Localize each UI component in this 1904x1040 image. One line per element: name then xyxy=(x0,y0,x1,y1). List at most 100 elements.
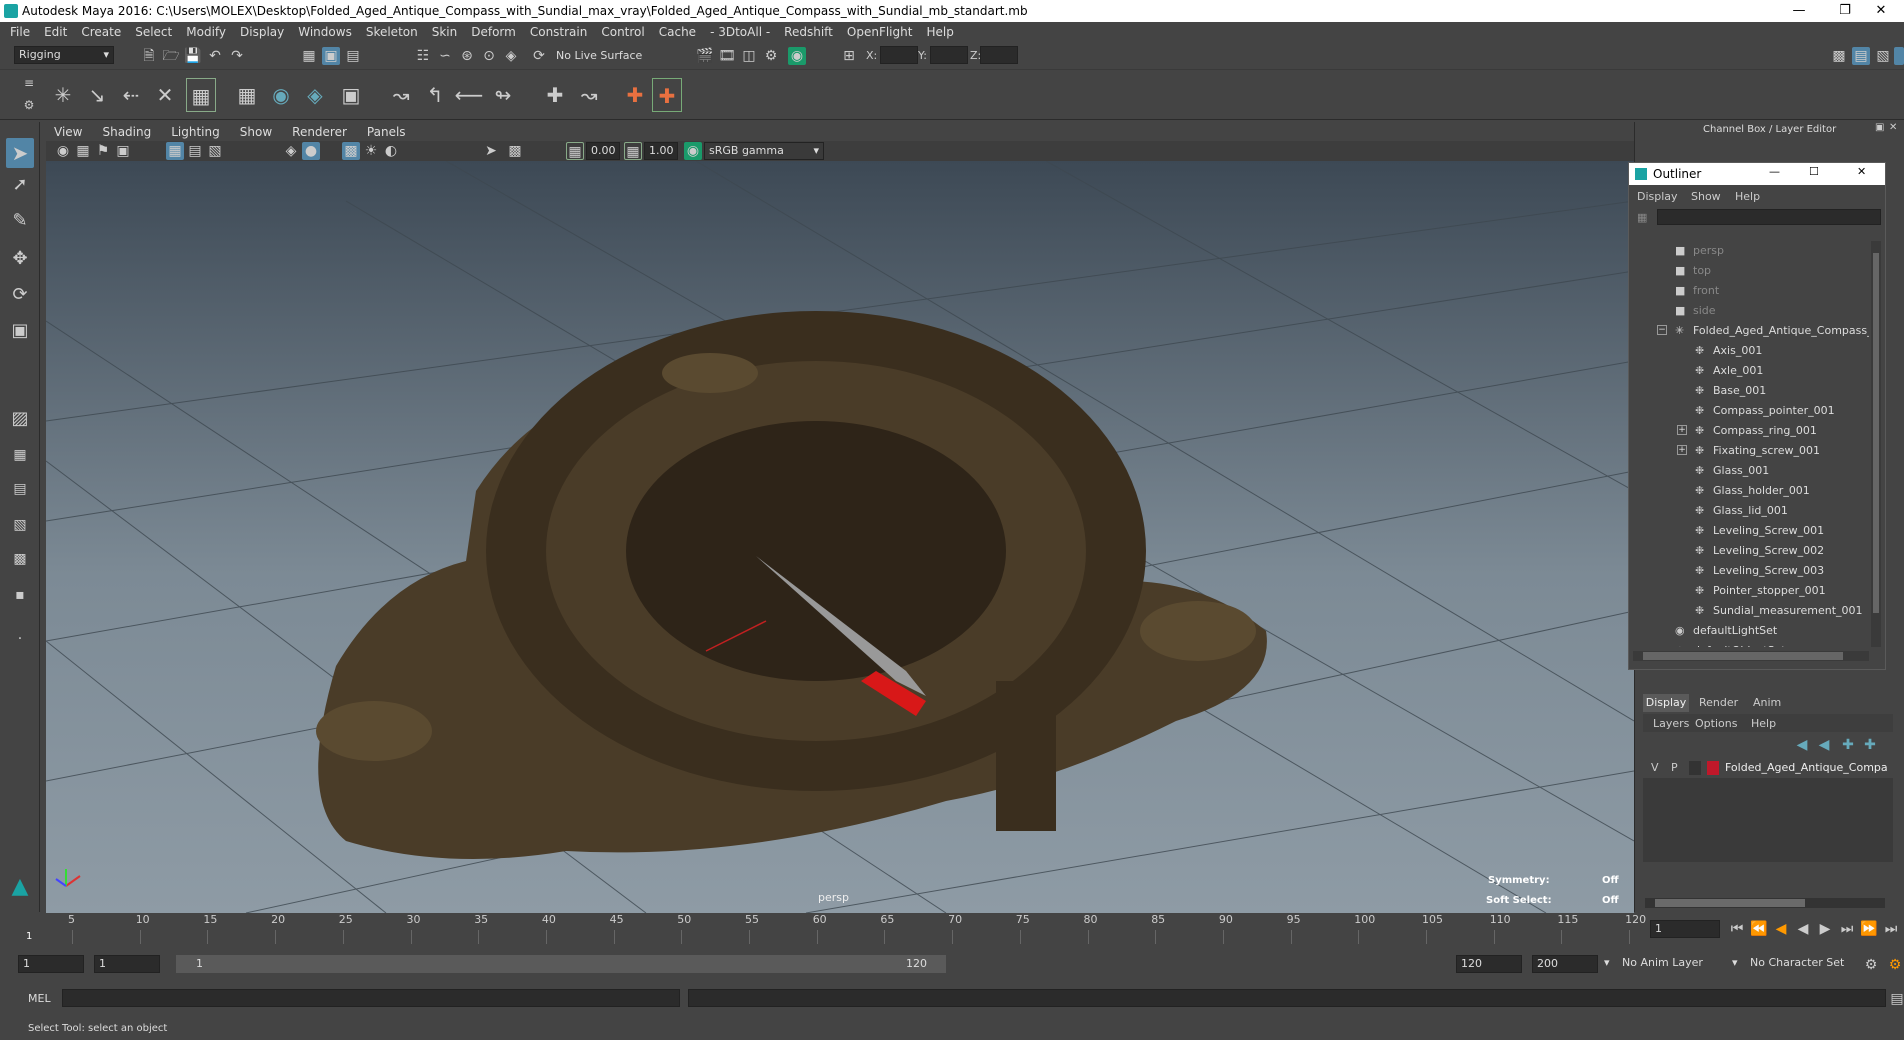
start-time-field[interactable]: 1 xyxy=(18,955,84,973)
playback-end-field[interactable]: 120 xyxy=(1456,955,1522,973)
menu-display[interactable]: Display xyxy=(240,25,284,39)
bind-skin-icon[interactable]: ↝ xyxy=(386,78,416,112)
hypershade-view-icon[interactable]: ▪ xyxy=(8,586,32,610)
shelf-menu-icon[interactable]: ≡ xyxy=(20,74,38,92)
open-scene-icon[interactable]: 🗁 xyxy=(162,47,180,65)
layer-reference-toggle[interactable] xyxy=(1689,761,1701,775)
outliner-view-icon[interactable]: ▧ xyxy=(8,516,32,540)
outliner-item[interactable]: + ❉ Compass_ring_001 xyxy=(1629,421,1869,441)
aim-constraint-icon[interactable]: ↝ xyxy=(574,78,604,112)
exposure-icon[interactable]: ▦ xyxy=(566,142,584,160)
outliner-item[interactable]: ◉ defaultObjectSet xyxy=(1629,641,1869,647)
transform-mode-icon[interactable]: ⊞ xyxy=(840,47,858,65)
outliner-close-icon[interactable]: ✕ xyxy=(1857,165,1866,178)
make-live-icon[interactable]: ⟳ xyxy=(530,47,548,65)
expand-toggle-icon[interactable]: + xyxy=(1677,425,1687,435)
undo-icon[interactable]: ↶ xyxy=(206,47,224,65)
snap-view-icon[interactable]: ⊙ xyxy=(480,47,498,65)
outliner-maximize-icon[interactable]: ☐ xyxy=(1809,165,1819,178)
outliner-item[interactable]: ❉ Sundial_measurement_001 xyxy=(1629,601,1869,621)
go-to-end-icon[interactable]: ⏭ xyxy=(1882,920,1900,938)
menu-constrain[interactable]: Constrain xyxy=(530,25,588,39)
lights-icon[interactable]: ☀ xyxy=(362,142,380,160)
outliner-hscroll-thumb[interactable] xyxy=(1643,652,1843,660)
character-set-dropdown[interactable]: ▾ No Character Set xyxy=(1732,955,1858,973)
menu-control[interactable]: Control xyxy=(601,25,644,39)
new-layer-icon[interactable]: ✚ xyxy=(1839,736,1857,754)
isolate-select-icon[interactable]: ➤ xyxy=(482,142,500,160)
viewport-menu-renderer[interactable]: Renderer xyxy=(292,125,347,139)
outliner-hscrollbar[interactable] xyxy=(1633,651,1869,661)
layer-scrollbar[interactable] xyxy=(1645,898,1885,908)
two-view-icon[interactable]: ▤ xyxy=(8,480,32,504)
outliner-item[interactable]: ❉ Axle_001 xyxy=(1629,361,1869,381)
ik-spline-icon[interactable]: ⇠ xyxy=(116,78,146,112)
expand-toggle-icon[interactable]: + xyxy=(1677,445,1687,455)
snap-grid-icon[interactable]: ☷ xyxy=(414,47,432,65)
outliner-item[interactable]: ❉ Compass_pointer_001 xyxy=(1629,401,1869,421)
menu-cache[interactable]: Cache xyxy=(659,25,696,39)
lattice-icon[interactable]: ▦ xyxy=(232,78,262,112)
auto-key-icon[interactable]: ⚙ xyxy=(1862,956,1880,974)
current-frame-field[interactable]: 1 xyxy=(1650,920,1720,938)
grid-toggle-icon[interactable]: ▦ xyxy=(166,142,184,160)
outliner-item[interactable]: − ✳ Folded_Aged_Antique_Compass_w xyxy=(1629,321,1869,341)
snap-point-icon[interactable]: ⊛ xyxy=(458,47,476,65)
outliner-search-input[interactable] xyxy=(1657,209,1881,225)
z-field[interactable] xyxy=(980,46,1018,64)
mel-input[interactable] xyxy=(62,989,680,1007)
outliner-item[interactable]: ❉ Leveling_Screw_002 xyxy=(1629,541,1869,561)
mel-label[interactable]: MEL xyxy=(28,992,51,1005)
mirror-weights-icon[interactable]: ↬ xyxy=(488,78,518,112)
viewport-menu-lighting[interactable]: Lighting xyxy=(171,125,220,139)
outliner-help-menu[interactable]: Help xyxy=(1735,190,1760,203)
select-component-icon[interactable]: ▤ xyxy=(344,47,362,65)
menu-skin[interactable]: Skin xyxy=(432,25,458,39)
outliner-item[interactable]: ❉ Pointer_stopper_001 xyxy=(1629,581,1869,601)
outliner-display-menu[interactable]: Display xyxy=(1637,190,1678,203)
tab-render[interactable]: Render xyxy=(1699,694,1738,712)
script-editor-icon[interactable]: ▤ xyxy=(1888,990,1904,1008)
outliner-minimize-icon[interactable]: — xyxy=(1769,165,1780,178)
outliner-item[interactable]: + ❉ Fixating_screw_001 xyxy=(1629,441,1869,461)
layer-row[interactable]: V P Folded_Aged_Antique_Compa xyxy=(1643,758,1893,778)
cluster-icon[interactable]: ◉ xyxy=(266,78,296,112)
more-layouts-icon[interactable]: · xyxy=(8,630,32,650)
help-menu[interactable]: Help xyxy=(1751,717,1776,730)
minimize-icon[interactable]: — xyxy=(1776,0,1822,22)
modeling-toolkit-icon[interactable]: ▧ xyxy=(1874,47,1892,65)
outliner-item[interactable]: ❉ Leveling_Screw_001 xyxy=(1629,521,1869,541)
menu-file[interactable]: File xyxy=(10,25,30,39)
step-back-key-icon[interactable]: ⏪ xyxy=(1750,920,1768,938)
play-backward-icon[interactable]: ◀ xyxy=(1794,920,1812,938)
wireframe-icon[interactable]: ◈ xyxy=(282,142,300,160)
options-menu[interactable]: Options xyxy=(1695,717,1737,730)
hypershade-icon[interactable]: ◉ xyxy=(788,47,806,65)
redo-icon[interactable]: ↷ xyxy=(228,47,246,65)
lasso-tool-icon[interactable]: ➚ xyxy=(6,176,34,202)
graph-view-icon[interactable]: ▩ xyxy=(8,550,32,574)
attribute-editor-icon[interactable] xyxy=(1894,47,1904,65)
float-panel-icon[interactable]: ▣ xyxy=(1875,122,1884,133)
wire-icon[interactable]: ◈ xyxy=(300,78,330,112)
scale-tool-icon[interactable]: ▣ xyxy=(6,322,34,348)
time-slider[interactable]: 5 10 15 20 25 30 35 40 45 50 55 60 65 70 75 80 85 90 95 100… xyxy=(22,913,1652,945)
menu-modify[interactable]: Modify xyxy=(186,25,226,39)
viewport-menu-show[interactable]: Show xyxy=(240,125,272,139)
paint-select-icon[interactable]: ✎ xyxy=(6,212,34,238)
color-management-icon[interactable]: ◉ xyxy=(684,142,702,160)
resolution-gate-icon[interactable]: ▧ xyxy=(206,142,224,160)
layer-scroll-thumb[interactable] xyxy=(1655,899,1805,907)
detach-skin-icon[interactable]: ↰ xyxy=(420,78,450,112)
layers-menu[interactable]: Layers xyxy=(1653,717,1689,730)
go-to-start-icon[interactable]: ⏮ xyxy=(1728,920,1746,938)
outliner-show-menu[interactable]: Show xyxy=(1691,190,1721,203)
move-layer-up-icon[interactable]: ◀ xyxy=(1793,736,1811,754)
menu-select[interactable]: Select xyxy=(135,25,172,39)
render-frame-icon[interactable]: 🎬 xyxy=(696,47,714,65)
outliner-item[interactable]: ■ side xyxy=(1629,301,1869,321)
close-panel-icon[interactable]: ✕ xyxy=(1889,122,1897,133)
outliner-item[interactable]: ■ persp xyxy=(1629,241,1869,261)
panel-layout-icon[interactable]: ▩ xyxy=(1830,47,1848,65)
close-icon[interactable]: ✕ xyxy=(1858,0,1904,22)
